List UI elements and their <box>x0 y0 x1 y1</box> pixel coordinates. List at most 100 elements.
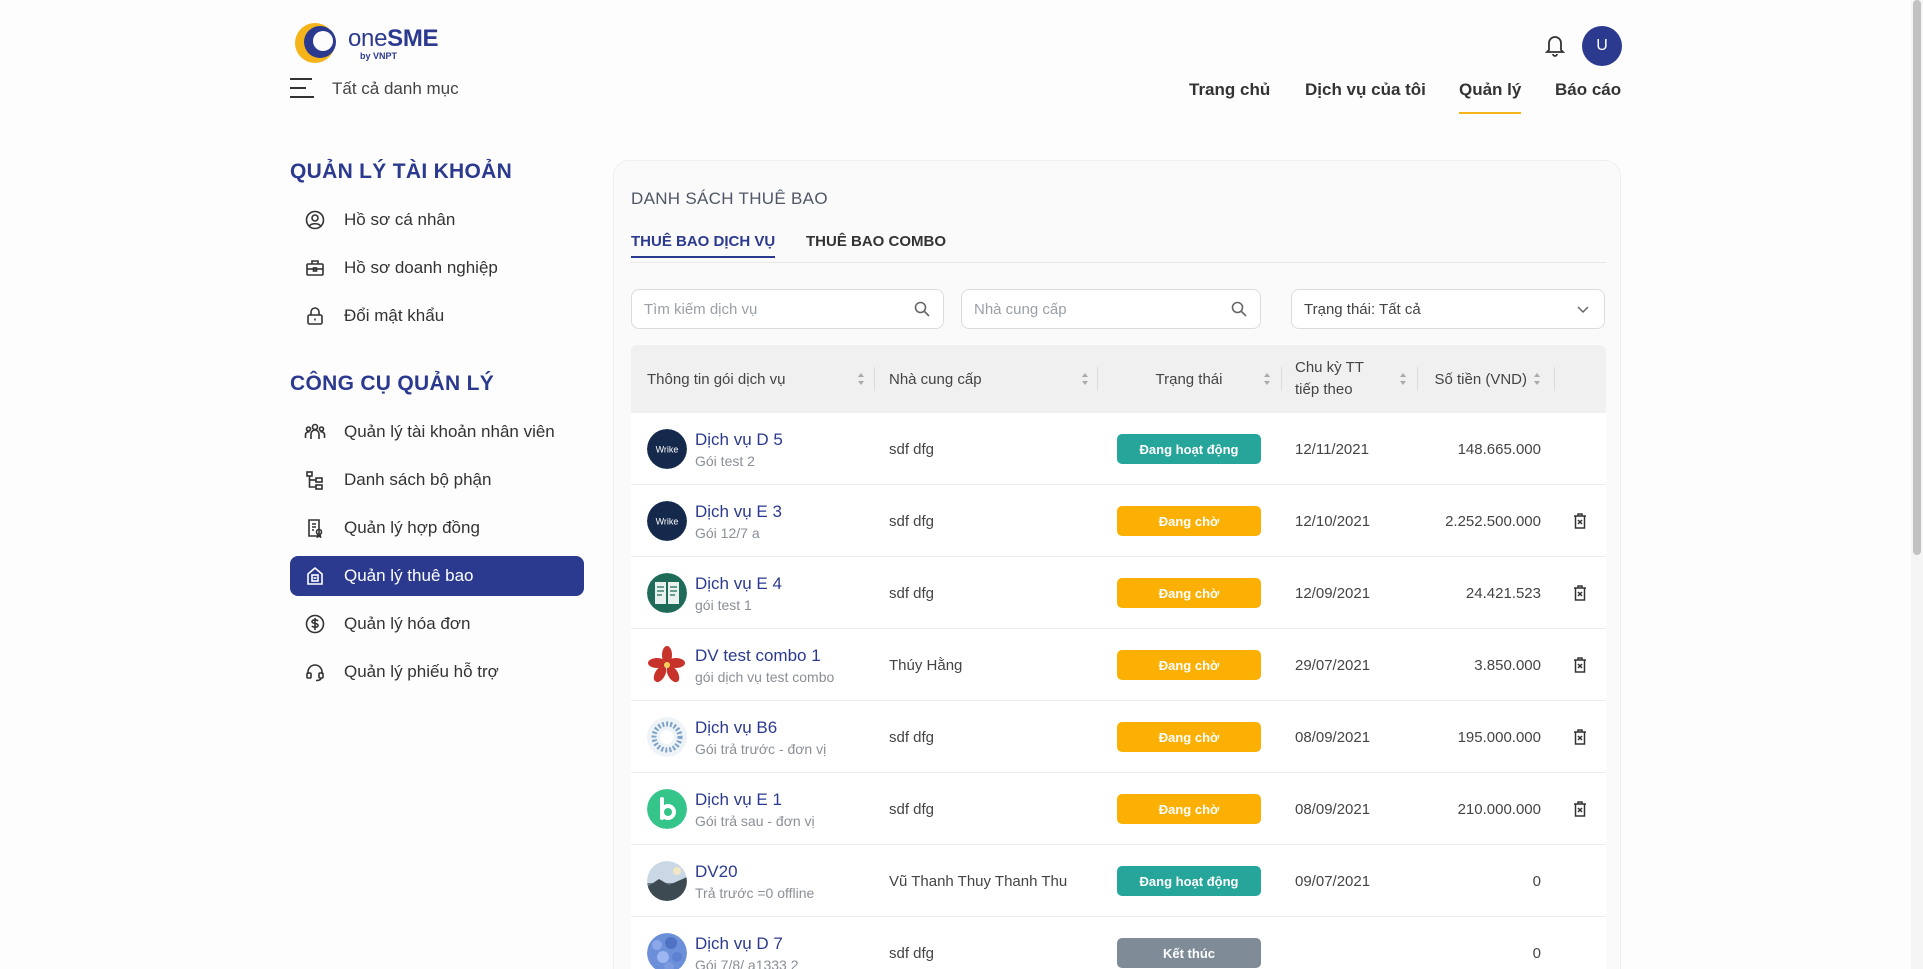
status-cell: Đang chờ <box>1097 485 1281 557</box>
amount-cell: 148.665.000 <box>1457 440 1541 458</box>
sort-icon <box>1264 373 1270 385</box>
tree-icon <box>304 469 326 491</box>
amount-cell: 210.000.000 <box>1457 800 1541 818</box>
status-cell: Đang hoạt động <box>1097 413 1281 485</box>
sidebar-item-departments[interactable]: Danh sách bộ phận <box>290 460 584 500</box>
column-header-provider[interactable]: Nhà cung cấp <box>889 345 1099 413</box>
column-header-status[interactable]: Trạng thái <box>1097 345 1281 413</box>
table-row[interactable]: DV20 Trả trước =0 offline Vũ Thanh Thuy Th… <box>631 845 1606 917</box>
status-cell: Đang chờ <box>1097 557 1281 629</box>
tab-combo-subscriptions[interactable]: THUÊ BAO COMBO <box>806 233 946 250</box>
scrollbar-thumb[interactable] <box>1913 0 1921 555</box>
briefcase-icon <box>304 257 326 279</box>
service-search-input[interactable] <box>644 300 913 318</box>
provider-search-box[interactable] <box>961 289 1261 329</box>
amount-cell: 3.850.000 <box>1474 656 1541 674</box>
sidebar-item-support-tickets[interactable]: Quản lý phiếu hỗ trợ <box>290 652 584 692</box>
delete-icon[interactable] <box>1571 800 1589 818</box>
sidebar-item-subscriptions[interactable]: Quản lý thuê bao <box>290 556 584 596</box>
sidebar-item-contracts[interactable]: Quản lý hợp đồng <box>290 508 584 548</box>
status-badge: Đang hoạt động <box>1117 434 1261 464</box>
chevron-down-icon <box>1574 300 1592 318</box>
user-avatar[interactable]: U <box>1582 26 1622 66</box>
service-name-link[interactable]: Dịch vụ D 7 <box>695 934 799 954</box>
all-categories-menu[interactable]: Tất cả danh mục <box>290 78 459 100</box>
service-logo <box>647 717 687 757</box>
table-row[interactable]: Dịch vụ E 4 gói test 1 sdf dfg Đang chờ 12/0… <box>631 557 1606 629</box>
sidebar-item-change-password[interactable]: Đổi mật khẩu <box>290 296 584 336</box>
sidebar-item-label: Quản lý tài khoản nhân viên <box>344 422 555 441</box>
delete-icon[interactable] <box>1571 512 1589 530</box>
status-badge: Đang chờ <box>1117 506 1261 536</box>
status-badge: Đang chờ <box>1117 722 1261 752</box>
management-tools-heading: CÔNG CỤ QUẢN LÝ <box>290 372 494 395</box>
delete-icon[interactable] <box>1571 656 1589 674</box>
status-filter-select[interactable]: Trạng thái: Tất cả <box>1291 289 1605 329</box>
service-info-cell: Dịch vụ E 1 Gói trả sau - đơn vị <box>647 773 887 845</box>
subscription-tabs: THUÊ BAO DỊCH VỤ THUÊ BAO COMBO <box>631 233 1606 263</box>
table-row[interactable]: Wrike Dịch vụ E 3 Gói 12/7 a sdf dfg Đang ch… <box>631 485 1606 557</box>
delete-cell <box>1571 485 1591 557</box>
next-cycle-date-cell: 12/11/2021 <box>1295 440 1369 458</box>
service-logo <box>647 573 687 613</box>
nav-management[interactable]: Quản lý <box>1459 80 1522 114</box>
provider-search-input[interactable] <box>974 300 1230 318</box>
service-name-link[interactable]: Dịch vụ E 3 <box>695 502 782 522</box>
amount-cell: 0 <box>1532 872 1541 890</box>
column-header-next-cycle[interactable]: Chu kỳ TT tiếp theo <box>1295 345 1407 413</box>
service-logo <box>647 933 687 969</box>
service-logo <box>647 861 687 901</box>
nav-reports[interactable]: Báo cáo <box>1555 80 1621 100</box>
service-name-link[interactable]: Dịch vụ B6 <box>695 718 826 738</box>
page-scrollbar[interactable] <box>1911 0 1923 969</box>
service-search-box[interactable] <box>631 289 944 329</box>
onesme-logo[interactable]: oneSME by VNPT <box>292 20 439 66</box>
provider-cell: sdf dfg <box>889 584 935 602</box>
table-row[interactable]: DV test combo 1 gói dịch vụ test combo Thú… <box>631 629 1606 701</box>
delete-cell <box>1571 701 1591 773</box>
delete-cell <box>1571 773 1591 845</box>
provider-cell: sdf dfg <box>889 440 935 458</box>
service-logo <box>647 645 687 685</box>
service-name-link[interactable]: Dịch vụ E 1 <box>695 790 815 810</box>
status-badge: Đang chờ <box>1117 578 1261 608</box>
service-info-cell: Wrike Dịch vụ E 3 Gói 12/7 a <box>647 485 887 557</box>
column-header-service[interactable]: Thông tin gói dịch vụ <box>647 345 875 413</box>
notification-bell-icon[interactable] <box>1543 32 1567 58</box>
sidebar-item-label: Quản lý thuê bao <box>344 566 474 585</box>
table-row[interactable]: Dịch vụ D 7 Gói 7/8/ a1333 2 sdf dfg Kết th… <box>631 917 1606 969</box>
status-badge: Đang chờ <box>1117 794 1261 824</box>
nav-home[interactable]: Trang chủ <box>1189 80 1270 100</box>
table-row[interactable]: Dịch vụ B6 Gói trả trước - đơn vị sdf dfg Đ… <box>631 701 1606 773</box>
hamburger-menu-icon <box>290 78 316 100</box>
service-name-link[interactable]: DV20 <box>695 862 814 882</box>
table-row[interactable]: Dịch vụ E 1 Gói trả sau - đơn vị sdf dfg Đa… <box>631 773 1606 845</box>
next-cycle-date-cell: 08/09/2021 <box>1295 728 1371 746</box>
sidebar-item-business-profile[interactable]: Hồ sơ doanh nghiệp <box>290 248 584 288</box>
sidebar-item-label: Hồ sơ cá nhân <box>344 210 456 229</box>
service-name-link[interactable]: Dịch vụ E 4 <box>695 574 782 594</box>
page-title: DANH SÁCH THUÊ BAO <box>631 189 828 208</box>
search-icon[interactable] <box>913 300 931 318</box>
service-name-link[interactable]: Dịch vụ D 5 <box>695 430 783 450</box>
table-row[interactable]: Wrike Dịch vụ D 5 Gói test 2 sdf dfg Đang ho… <box>631 413 1606 485</box>
sidebar-item-employee-accounts[interactable]: Quản lý tài khoản nhân viên <box>290 412 584 452</box>
sidebar-item-invoices[interactable]: Quản lý hóa đơn <box>290 604 584 644</box>
contract-icon <box>304 517 326 539</box>
nav-my-services[interactable]: Dịch vụ của tôi <box>1305 80 1426 100</box>
service-info-cell: DV test combo 1 gói dịch vụ test combo <box>647 629 887 701</box>
status-cell: Đang chờ <box>1097 773 1281 845</box>
sidebar-item-label: Quản lý phiếu hỗ trợ <box>344 662 499 681</box>
delete-icon[interactable] <box>1571 728 1589 746</box>
status-badge: Đang chờ <box>1117 650 1261 680</box>
delete-icon[interactable] <box>1571 584 1589 602</box>
service-info-cell: Dịch vụ E 4 gói test 1 <box>647 557 887 629</box>
search-icon[interactable] <box>1230 300 1248 318</box>
amount-cell: 195.000.000 <box>1457 728 1541 746</box>
service-name-link[interactable]: DV test combo 1 <box>695 646 834 666</box>
sidebar-item-personal-profile[interactable]: Hồ sơ cá nhân <box>290 200 584 240</box>
column-header-amount[interactable]: Số tiền (VND) <box>1417 345 1541 413</box>
next-cycle-date-cell: 09/07/2021 <box>1295 872 1371 890</box>
service-info-cell: DV20 Trả trước =0 offline <box>647 845 887 917</box>
tab-service-subscriptions[interactable]: THUÊ BAO DỊCH VỤ <box>631 233 776 258</box>
